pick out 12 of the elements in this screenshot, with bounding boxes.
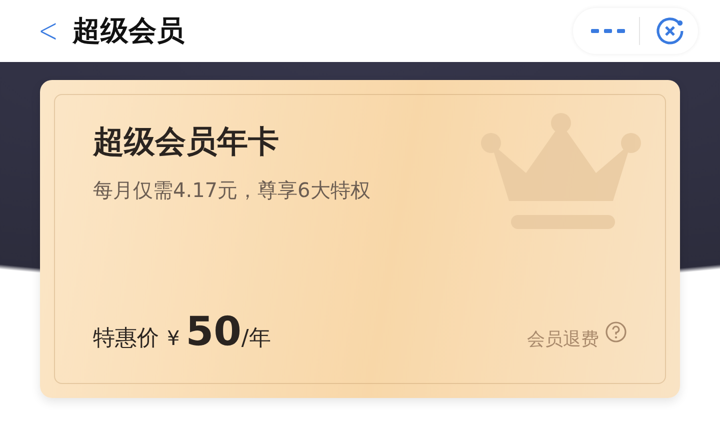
help-icon[interactable] — [605, 321, 627, 343]
more-icon[interactable] — [591, 27, 625, 35]
page-title: 超级会员 — [72, 13, 186, 49]
back-button[interactable]: < — [38, 14, 58, 48]
price-label: 特惠价 — [93, 325, 159, 353]
refund-link[interactable]: 会员退费 — [527, 327, 599, 351]
close-icon[interactable] — [654, 15, 686, 47]
price-amount: 50 — [186, 309, 242, 355]
currency-symbol: ¥ — [167, 326, 180, 350]
card-subtitle: 每月仅需4.17元，尊享6大特权 — [93, 177, 372, 204]
price-unit: /年 — [241, 325, 271, 353]
card-title: 超级会员年卡 — [93, 123, 280, 162]
